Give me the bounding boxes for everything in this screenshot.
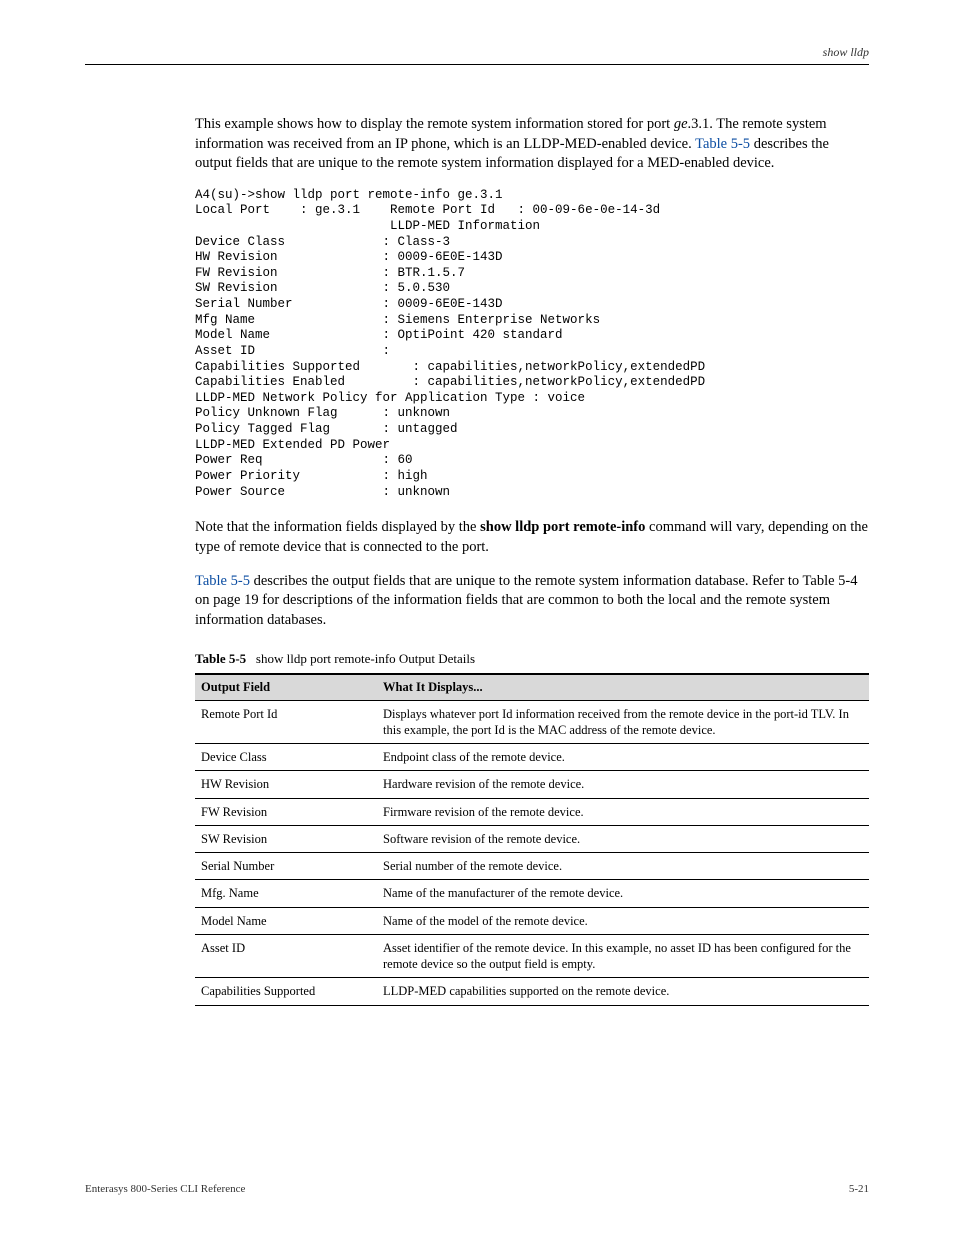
cli-line: HW Revision : 0009-6E0E-143D: [195, 250, 503, 264]
footer-left: Enterasys 800-Series CLI Reference: [85, 1183, 245, 1195]
cell-desc: Firmware revision of the remote device.: [377, 798, 869, 825]
cli-line: LLDP-MED Information: [195, 219, 540, 233]
table-row: Serial NumberSerial number of the remote…: [195, 853, 869, 880]
footer-page-number: 5-21: [849, 1183, 869, 1195]
cli-output: A4(su)->show lldp port remote-info ge.3.…: [195, 188, 869, 501]
note-paragraph: Note that the information fields display…: [195, 518, 869, 557]
cli-line: Serial Number : 0009-6E0E-143D: [195, 297, 503, 311]
cli-line: A4(su)->show lldp port remote-info ge.3.…: [195, 188, 503, 202]
cli-line: Local Port : ge.3.1 Remote Port Id : 00-…: [195, 203, 660, 217]
table-link[interactable]: Table 5-5: [695, 136, 750, 152]
cli-line: LLDP-MED Network Policy for Application …: [195, 391, 585, 405]
text-italic: ge: [674, 116, 688, 132]
cell-field: Device Class: [195, 744, 377, 771]
cell-field: Mfg. Name: [195, 880, 377, 907]
table-row: Remote Port IdDisplays whatever port Id …: [195, 700, 869, 744]
cell-desc: LLDP-MED capabilities supported on the r…: [377, 978, 869, 1005]
table-row: SW RevisionSoftware revision of the remo…: [195, 825, 869, 852]
table-header-row: Output Field What It Displays...: [195, 674, 869, 701]
page-header: show lldp: [85, 45, 869, 65]
cli-line: Power Source : unknown: [195, 485, 450, 499]
text: Note that the information fields display…: [195, 519, 480, 535]
table-row: Mfg. NameName of the manufacturer of the…: [195, 880, 869, 907]
cli-line: Policy Tagged Flag : untagged: [195, 422, 458, 436]
cell-field: Serial Number: [195, 853, 377, 880]
command-name: show lldp port remote-info: [480, 519, 645, 535]
cell-desc: Displays whatever port Id information re…: [377, 700, 869, 744]
cell-desc: Name of the model of the remote device.: [377, 907, 869, 934]
table-row: Capabilities SupportedLLDP-MED capabilit…: [195, 978, 869, 1005]
col-header-desc: What It Displays...: [377, 674, 869, 701]
text: This example shows how to display the re…: [195, 116, 674, 132]
cli-line: Policy Unknown Flag : unknown: [195, 406, 450, 420]
cell-field: Remote Port Id: [195, 700, 377, 744]
table-row: Device ClassEndpoint class of the remote…: [195, 744, 869, 771]
table-caption: Table 5-5 show lldp port remote-info Out…: [195, 651, 869, 667]
table-row: Asset IDAsset identifier of the remote d…: [195, 934, 869, 978]
cli-line: Capabilities Enabled : capabilities,netw…: [195, 375, 705, 389]
table-number: Table 5-5: [195, 651, 246, 666]
table-row: HW RevisionHardware revision of the remo…: [195, 771, 869, 798]
col-header-field: Output Field: [195, 674, 377, 701]
cli-line: Power Req : 60: [195, 453, 413, 467]
cell-desc: Software revision of the remote device.: [377, 825, 869, 852]
cli-line: SW Revision : 5.0.530: [195, 281, 450, 295]
cell-field: Capabilities Supported: [195, 978, 377, 1005]
cli-line: Device Class : Class-3: [195, 235, 450, 249]
cli-line: Model Name : OptiPoint 420 standard: [195, 328, 563, 342]
cell-field: Asset ID: [195, 934, 377, 978]
cell-desc: Name of the manufacturer of the remote d…: [377, 880, 869, 907]
intro-paragraph: This example shows how to display the re…: [195, 115, 869, 174]
table-row: Model NameName of the model of the remot…: [195, 907, 869, 934]
cell-field: Model Name: [195, 907, 377, 934]
cell-field: FW Revision: [195, 798, 377, 825]
text: describes the output fields that are uni…: [195, 573, 858, 628]
cell-desc: Asset identifier of the remote device. I…: [377, 934, 869, 978]
cell-desc: Endpoint class of the remote device.: [377, 744, 869, 771]
cell-field: HW Revision: [195, 771, 377, 798]
page-footer: Enterasys 800-Series CLI Reference 5-21: [85, 1183, 869, 1195]
table-row: FW RevisionFirmware revision of the remo…: [195, 798, 869, 825]
cli-line: Capabilities Supported : capabilities,ne…: [195, 360, 705, 374]
output-details-table: Output Field What It Displays... Remote …: [195, 673, 869, 1006]
cli-line: Asset ID :: [195, 344, 390, 358]
cell-desc: Hardware revision of the remote device.: [377, 771, 869, 798]
cli-line: FW Revision : BTR.1.5.7: [195, 266, 465, 280]
table-link[interactable]: Table 5-5: [195, 573, 250, 589]
cell-desc: Serial number of the remote device.: [377, 853, 869, 880]
ref-paragraph: Table 5-5 describes the output fields th…: [195, 572, 869, 631]
cli-line: LLDP-MED Extended PD Power: [195, 438, 390, 452]
table-title: show lldp port remote-info Output Detail…: [256, 651, 475, 666]
cell-field: SW Revision: [195, 825, 377, 852]
cli-line: Mfg Name : Siemens Enterprise Networks: [195, 313, 600, 327]
main-content: This example shows how to display the re…: [195, 115, 869, 1006]
header-right: show lldp: [823, 45, 869, 59]
cli-line: Power Priority : high: [195, 469, 428, 483]
